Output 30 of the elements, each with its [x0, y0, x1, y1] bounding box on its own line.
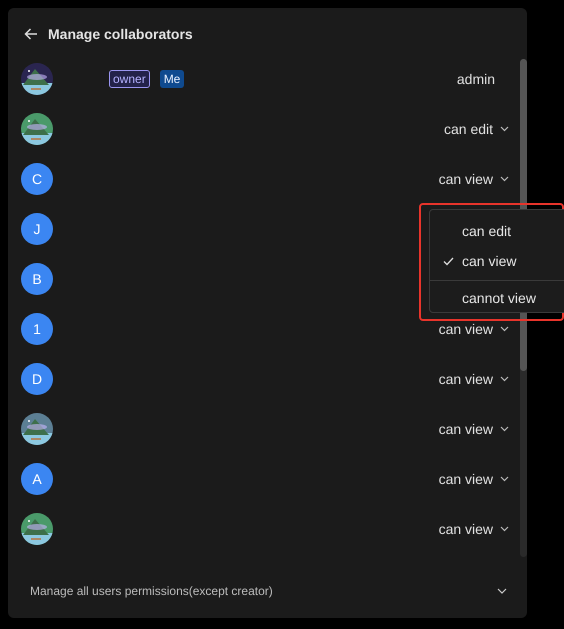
chevron-down-icon [500, 326, 510, 332]
user-tag: Me [160, 70, 184, 88]
dialog-title: Manage collaborators [48, 26, 193, 42]
back-icon[interactable] [24, 28, 38, 40]
bulk-permissions-dropdown[interactable]: Manage all users permissions(except creator) [8, 567, 527, 614]
menu-item[interactable]: cannot view [430, 280, 564, 315]
chevron-down-icon [500, 126, 510, 132]
menu-item[interactable]: can view [430, 246, 564, 276]
chevron-down-icon [497, 588, 507, 594]
permission-dropdown[interactable]: can edit [444, 121, 510, 138]
letter-avatar: D [21, 363, 53, 396]
permission-dropdown[interactable]: can view [438, 171, 510, 188]
letter-avatar: J [21, 213, 53, 246]
chevron-down-icon [500, 426, 510, 432]
permission-label: admin [456, 71, 496, 88]
permission-dropdown[interactable]: can view [438, 471, 510, 488]
chevron-down-icon [500, 526, 510, 532]
letter-avatar: C [21, 163, 53, 196]
letter-avatar: 1 [21, 313, 53, 346]
chevron-down-icon [500, 476, 510, 482]
user-tag: owner [109, 70, 150, 88]
letter-avatar: B [21, 263, 53, 296]
letter-avatar: A [21, 463, 53, 496]
menu-item[interactable]: can edit [430, 216, 564, 246]
chevron-down-icon [500, 376, 510, 382]
permission-dropdown[interactable]: can view [438, 521, 510, 538]
permission-dropdown[interactable]: can view [438, 371, 510, 388]
permission-dropdown[interactable]: can view [438, 421, 510, 438]
permission-dropdown[interactable]: can view [438, 321, 510, 338]
chevron-down-icon [500, 176, 510, 182]
